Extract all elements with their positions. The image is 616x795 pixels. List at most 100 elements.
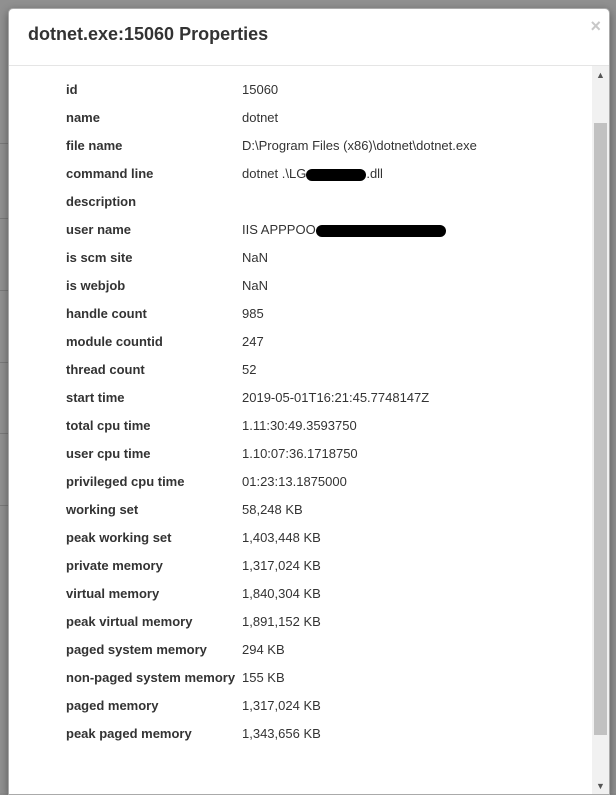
property-value: 2019-05-01T16:21:45.7748147Z (242, 389, 566, 407)
property-value: 1,840,304 KB (242, 585, 566, 603)
background-divider (0, 143, 8, 144)
property-key: virtual memory (66, 586, 160, 601)
property-row: total cpu time 1.11:30:49.3593750 (66, 417, 566, 435)
property-row: privileged cpu time 01:23:13.1875000 (66, 473, 566, 491)
property-value: 1,891,152 KB (242, 613, 566, 631)
property-value: D:\Program Files (x86)\dotnet\dotnet.exe (242, 137, 566, 155)
properties-list: id 15060 name dotnet file name D:\Program Fil… (66, 81, 566, 753)
property-value: 15060 (242, 81, 566, 99)
property-value: dotnet (242, 109, 566, 127)
property-value-text: 15060 (242, 82, 279, 97)
background-divider (0, 218, 8, 219)
property-row: paged memory 1,317,024 KB (66, 697, 566, 715)
property-key: non-paged system memory (66, 670, 236, 685)
property-row: non-paged system memory 155 KB (66, 669, 566, 687)
property-value-text: 1,891,152 KB (242, 614, 321, 629)
property-key: command line (66, 166, 154, 181)
property-value-text: dotnet .\LG (242, 166, 307, 181)
dialog-header: dotnet.exe:15060 Properties × (9, 9, 609, 66)
property-value: 1,403,448 KB (242, 529, 566, 547)
property-value-text: 1.11:30:49.3593750 (242, 418, 357, 433)
property-value: 52 (242, 361, 566, 379)
property-value-text: dotnet (242, 110, 279, 125)
property-row: id 15060 (66, 81, 566, 99)
property-key: working set (66, 502, 139, 517)
property-value: 1,317,024 KB (242, 557, 566, 575)
property-value: 985 (242, 305, 566, 323)
dialog-title: dotnet.exe:15060 Properties (28, 24, 269, 44)
property-value: 1,317,024 KB (242, 697, 566, 715)
redaction-mark (306, 168, 367, 181)
scroll-up-icon[interactable]: ▲ (592, 66, 609, 83)
property-row: virtual memory 1,840,304 KB (66, 585, 566, 603)
background-divider (0, 433, 8, 434)
property-key: is scm site (66, 250, 133, 265)
property-row: start time 2019-05-01T16:21:45.7748147Z (66, 389, 566, 407)
property-key: total cpu time (66, 418, 151, 433)
property-value: NaN (242, 249, 566, 267)
property-value-text: 52 (242, 362, 257, 377)
property-key: file name (66, 138, 123, 153)
property-value-text: IIS APPPOO (242, 222, 316, 237)
property-value-text: 01:23:13.1875000 (242, 474, 347, 489)
dialog-body: id 15060 name dotnet file name D:\Program Fil… (9, 66, 609, 794)
property-key: description (66, 194, 137, 209)
property-row: is scm site NaN (66, 249, 566, 267)
property-row: description (66, 193, 566, 211)
property-value-suffix: .dll (366, 166, 383, 181)
background-divider (0, 290, 8, 291)
property-value-text: 1.10:07:36.1718750 (242, 446, 358, 461)
property-value-text: 1,317,024 KB (242, 558, 321, 573)
property-key: name (66, 110, 100, 125)
property-value-text: 58,248 KB (242, 502, 303, 517)
property-row: paged system memory 294 KB (66, 641, 566, 659)
scroll-down-icon[interactable]: ▼ (592, 777, 609, 794)
vertical-scrollbar[interactable]: ▲ ▼ (592, 66, 609, 794)
property-key: peak working set (66, 530, 172, 545)
property-value-text: 2019-05-01T16:21:45.7748147Z (242, 390, 430, 405)
property-value-text: D:\Program Files (x86)\dotnet\dotnet.exe (242, 138, 477, 153)
property-value-text: 247 (242, 334, 264, 349)
property-value-text: 294 KB (242, 642, 285, 657)
property-value: NaN (242, 277, 566, 295)
property-key: user name (66, 222, 132, 237)
property-key: privileged cpu time (66, 474, 185, 489)
property-row: thread count 52 (66, 361, 566, 379)
property-value-text: 1,317,024 KB (242, 698, 321, 713)
property-value: 155 KB (242, 669, 566, 687)
property-value: dotnet .\LG .dll (242, 165, 566, 183)
property-row: file name D:\Program Files (x86)\dotnet\d… (66, 137, 566, 155)
property-key: paged system memory (66, 642, 207, 657)
redaction-mark (315, 224, 446, 237)
background-divider (0, 362, 8, 363)
property-value: 01:23:13.1875000 (242, 473, 566, 491)
property-value-text: 1,343,656 KB (242, 726, 321, 741)
background-divider (0, 505, 8, 506)
scrollbar-thumb[interactable] (594, 123, 607, 735)
property-value-text: 1,840,304 KB (242, 586, 321, 601)
property-value: 247 (242, 333, 566, 351)
property-key: handle count (66, 306, 147, 321)
property-key: start time (66, 390, 125, 405)
property-row: working set 58,248 KB (66, 501, 566, 519)
property-value-text: NaN (242, 278, 269, 293)
property-row: user cpu time 1.10:07:36.1718750 (66, 445, 566, 463)
property-key: id (66, 82, 78, 97)
property-key: peak virtual memory (66, 614, 193, 629)
property-value: 58,248 KB (242, 501, 566, 519)
property-value: 1.10:07:36.1718750 (242, 445, 566, 463)
property-row: command line dotnet .\LG .dll (66, 165, 566, 183)
property-key: peak paged memory (66, 726, 192, 741)
property-row: peak paged memory 1,343,656 KB (66, 725, 566, 743)
close-icon[interactable]: × (590, 17, 601, 35)
property-value-text: NaN (242, 250, 269, 265)
property-row: peak working set 1,403,448 KB (66, 529, 566, 547)
property-value: 1,343,656 KB (242, 725, 566, 743)
property-row: private memory 1,317,024 KB (66, 557, 566, 575)
property-value: 294 KB (242, 641, 566, 659)
property-row: user name IIS APPPOO (66, 221, 566, 239)
property-key: is webjob (66, 278, 126, 293)
properties-dialog: dotnet.exe:15060 Properties × id 15060 nam… (8, 8, 610, 795)
property-value: IIS APPPOO (242, 221, 566, 239)
property-key: thread count (66, 362, 145, 377)
